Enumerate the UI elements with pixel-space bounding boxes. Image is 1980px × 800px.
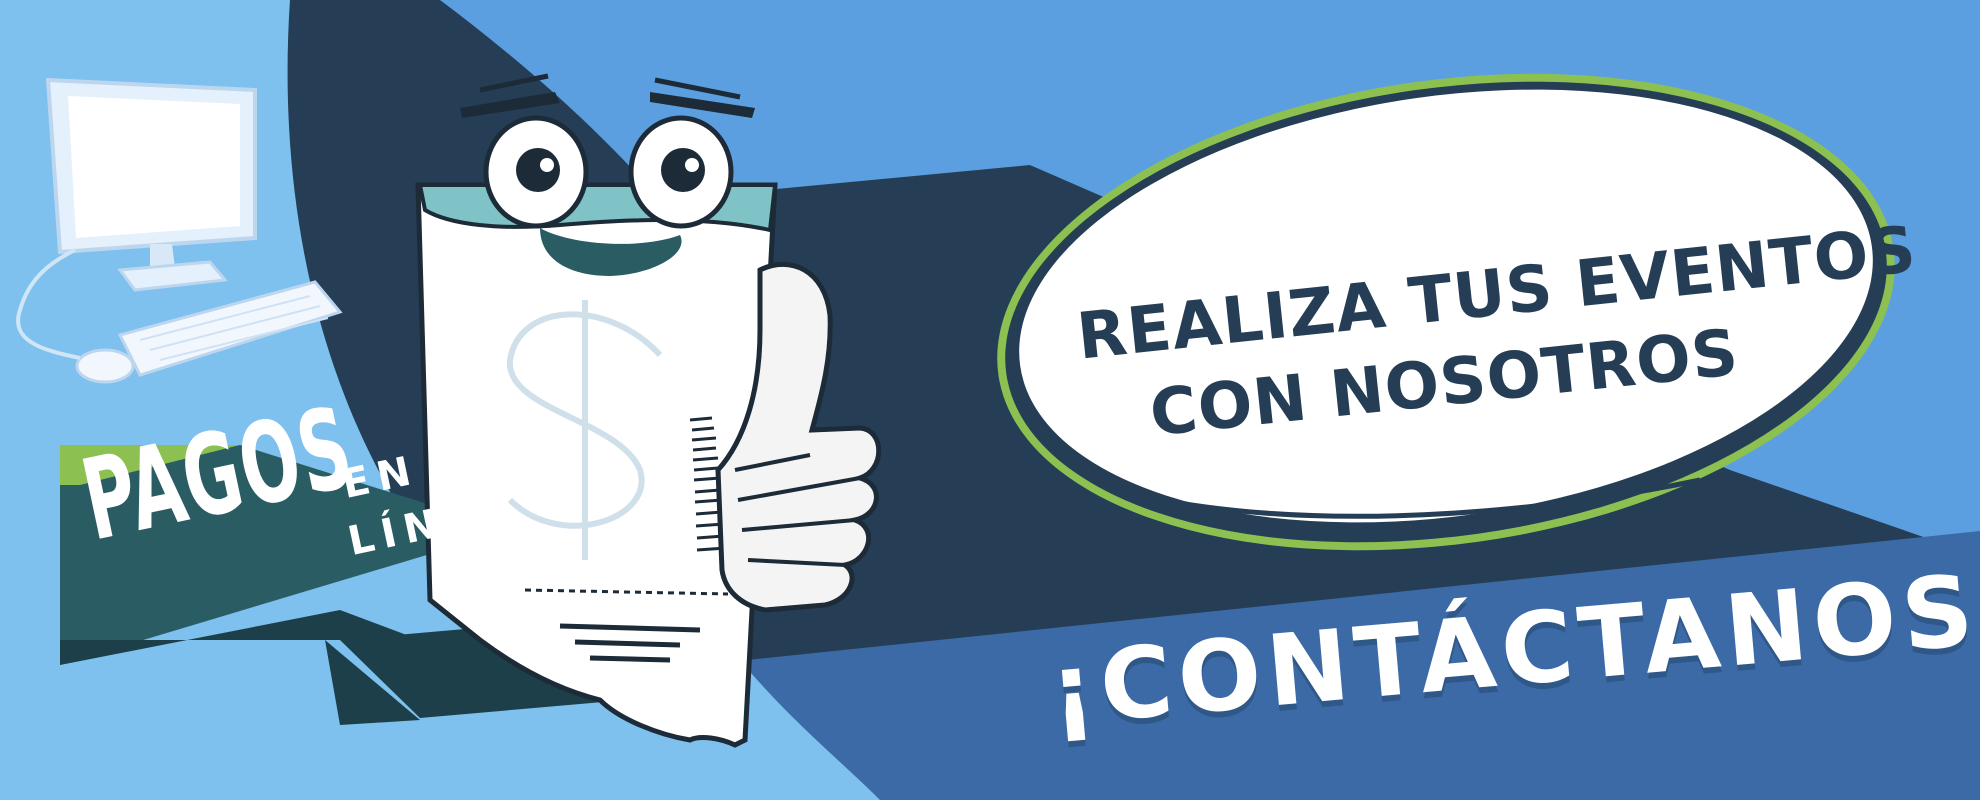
promo-banner: REALIZA TUS EVENTOS CON NOSOTROS PAGOS E…	[0, 0, 1980, 800]
